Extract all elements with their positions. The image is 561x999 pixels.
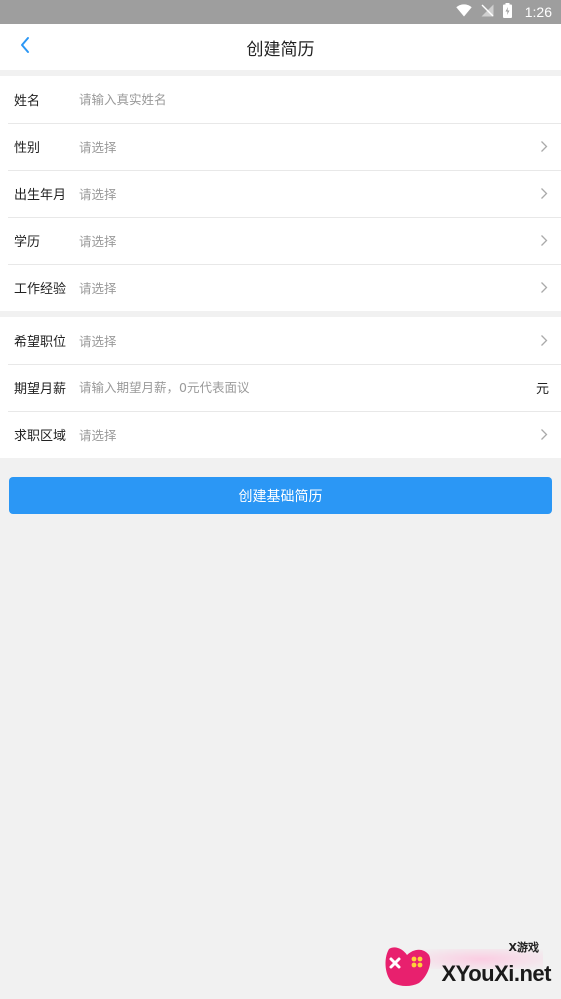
experience-select-value[interactable]: 请选择 bbox=[79, 278, 539, 297]
chevron-right-icon bbox=[539, 140, 549, 154]
region-select-value[interactable]: 请选择 bbox=[79, 425, 539, 444]
row-label: 学历 bbox=[14, 235, 41, 250]
gender-select-value[interactable]: 请选择 bbox=[79, 137, 539, 156]
name-input[interactable] bbox=[79, 92, 549, 107]
education-select-value[interactable]: 请选择 bbox=[79, 231, 539, 250]
watermark-cn: X游戏 bbox=[508, 941, 539, 954]
chevron-left-icon bbox=[19, 36, 31, 58]
chevron-right-icon bbox=[539, 334, 549, 348]
chevron-right-icon bbox=[539, 234, 549, 248]
form-row-position[interactable]: 希望职位 请选择 bbox=[0, 317, 561, 364]
basic-info-section: 姓名 性别 请选择 出生年月 请选择 学历 请选择 工作经验 请选择 bbox=[0, 76, 561, 311]
row-label: 姓名 bbox=[14, 94, 41, 109]
job-intent-section: 希望职位 请选择 期望月薪 元 求职区域 请选择 bbox=[0, 317, 561, 458]
no-signal-icon bbox=[481, 4, 494, 21]
salary-unit: 元 bbox=[535, 382, 549, 397]
row-label: 性别 bbox=[14, 141, 41, 156]
submit-area: 创建基础简历 bbox=[0, 458, 561, 514]
row-label: 期望月薪 bbox=[14, 382, 67, 397]
form-row-gender[interactable]: 性别 请选择 bbox=[0, 123, 561, 170]
row-label: 工作经验 bbox=[14, 282, 67, 297]
nav-bar: 创建简历 bbox=[0, 24, 561, 70]
form-row-name[interactable]: 姓名 bbox=[0, 76, 561, 123]
wifi-icon bbox=[456, 3, 472, 21]
chevron-right-icon bbox=[539, 428, 549, 442]
page-title: 创建简历 bbox=[246, 39, 315, 60]
chevron-right-icon bbox=[539, 187, 549, 201]
status-time: 1:26 bbox=[524, 4, 552, 20]
watermark-text: XYouXi.net bbox=[441, 961, 552, 986]
create-resume-button[interactable]: 创建基础简历 bbox=[9, 477, 552, 514]
form-row-region[interactable]: 求职区域 请选择 bbox=[0, 411, 561, 458]
chevron-right-icon bbox=[539, 281, 549, 295]
back-button[interactable] bbox=[10, 32, 40, 62]
watermark: X游戏 XYouXi.net bbox=[381, 939, 553, 991]
row-label: 求职区域 bbox=[14, 429, 67, 444]
row-label: 出生年月 bbox=[14, 188, 67, 203]
form-row-experience[interactable]: 工作经验 请选择 bbox=[0, 264, 561, 311]
status-icons: 1:26 bbox=[456, 2, 552, 22]
birth-select-value[interactable]: 请选择 bbox=[79, 184, 539, 203]
form-row-salary[interactable]: 期望月薪 元 bbox=[0, 364, 561, 411]
form-row-birth[interactable]: 出生年月 请选择 bbox=[0, 170, 561, 217]
position-select-value[interactable]: 请选择 bbox=[79, 331, 539, 350]
status-bar: 1:26 bbox=[0, 0, 561, 24]
battery-charging-icon bbox=[502, 2, 512, 22]
row-label: 希望职位 bbox=[14, 335, 67, 350]
form-row-education[interactable]: 学历 请选择 bbox=[0, 217, 561, 264]
salary-input[interactable] bbox=[79, 380, 536, 395]
gamepad-logo-icon bbox=[381, 943, 433, 989]
